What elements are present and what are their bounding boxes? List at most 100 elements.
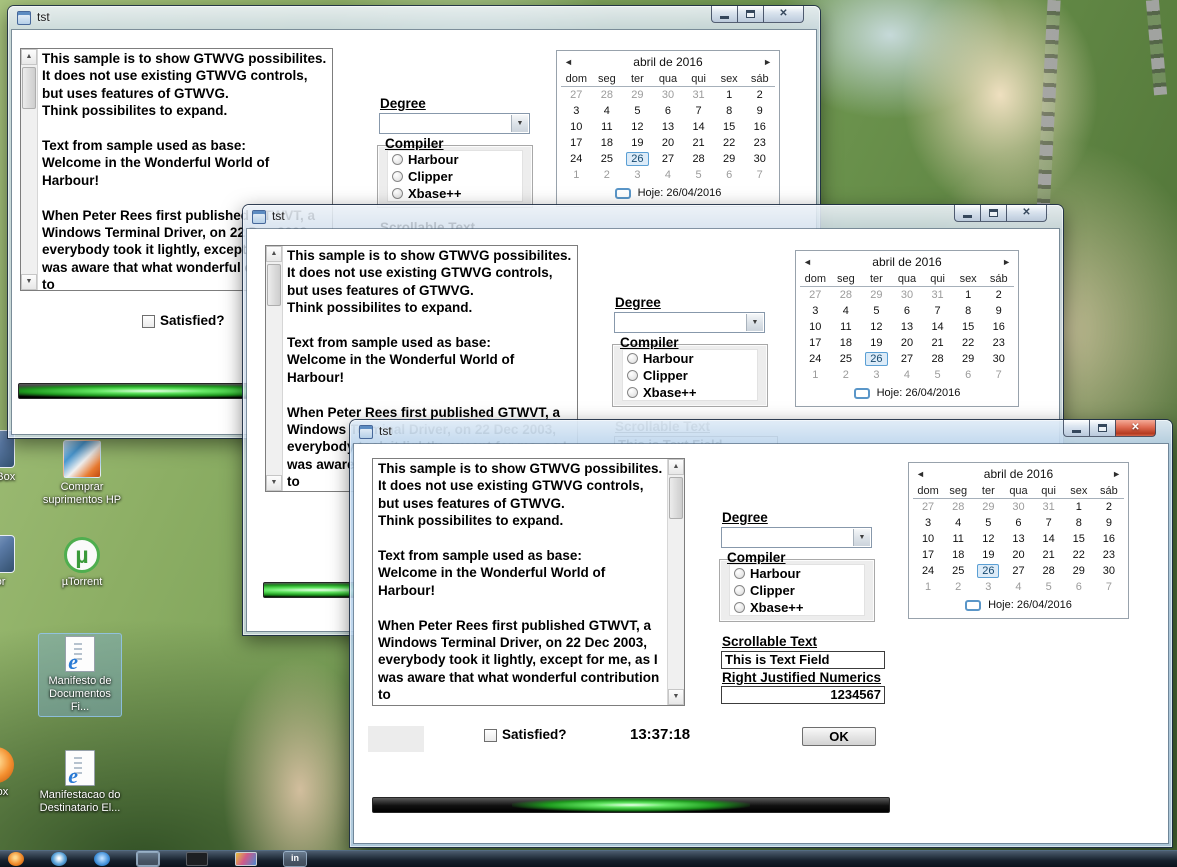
calendar-day[interactable]: 28	[831, 287, 862, 303]
calendar-today-row[interactable]: Hoje: 26/04/2016	[796, 383, 1018, 403]
maximize-button[interactable]	[737, 6, 764, 23]
calendar-day[interactable]: 24	[800, 351, 831, 367]
calendar-day[interactable]: 6	[953, 367, 984, 383]
calendar-day[interactable]: 28	[922, 351, 953, 367]
calendar-day[interactable]: 16	[1094, 531, 1124, 547]
scroll-down-icon[interactable]: ▼	[668, 689, 684, 705]
firefox-icon[interactable]	[8, 852, 24, 866]
calendar-day[interactable]: 7	[1034, 515, 1064, 531]
scrollbar-thumb[interactable]	[22, 67, 36, 109]
calendar-day[interactable]: 17	[800, 335, 831, 351]
paint-icon[interactable]	[235, 852, 257, 866]
media-player-icon[interactable]	[51, 852, 67, 866]
calendar-day[interactable]: 24	[913, 563, 943, 579]
radio-clipper[interactable]: Clipper	[734, 582, 860, 599]
scrollbar-track[interactable]	[21, 65, 37, 274]
calendar-day[interactable]: 28	[592, 87, 623, 103]
calendar-day[interactable]: 1	[800, 367, 831, 383]
calendar-day[interactable]: 5	[622, 103, 653, 119]
radio-harbour[interactable]: Harbour	[627, 350, 753, 367]
radio-clipper[interactable]: Clipper	[627, 367, 753, 384]
calendar-day[interactable]: 31	[1034, 499, 1064, 515]
calendar-day[interactable]: 29	[714, 151, 745, 167]
scrollbar[interactable]: ▲ ▼	[266, 246, 283, 491]
calendar-day[interactable]: 23	[744, 135, 775, 151]
radio-harbour[interactable]: Harbour	[734, 565, 860, 582]
calendar-day[interactable]: 8	[714, 103, 745, 119]
scroll-down-icon[interactable]: ▼	[266, 475, 282, 491]
scrollbar-track[interactable]	[668, 475, 684, 689]
calendar-day[interactable]: 30	[744, 151, 775, 167]
taskbar[interactable]	[0, 850, 1177, 867]
calendar-prev-icon[interactable]: ◄	[916, 469, 925, 479]
sample-textbox[interactable]: This sample is to show GTWVG possibilite…	[372, 458, 685, 706]
calendar-prev-icon[interactable]: ◄	[564, 57, 573, 67]
calendar-day[interactable]: 9	[1094, 515, 1124, 531]
desktop-icon-manifestacao[interactable]: Manifestacao do Destinatario El...	[38, 748, 122, 817]
calendar-day[interactable]: 6	[714, 167, 745, 183]
calendar-day[interactable]: 30	[983, 351, 1014, 367]
calendar-day[interactable]: 29	[953, 351, 984, 367]
scroll-up-icon[interactable]: ▲	[21, 49, 37, 65]
calendar-day[interactable]: 18	[831, 335, 862, 351]
calendar-day[interactable]: 1	[714, 87, 745, 103]
calendar-day[interactable]: 4	[892, 367, 923, 383]
calendar-day[interactable]: 20	[892, 335, 923, 351]
calendar-day[interactable]: 2	[1094, 499, 1124, 515]
calendar-day[interactable]: 21	[922, 335, 953, 351]
calendar-day[interactable]: 5	[683, 167, 714, 183]
calendar-day[interactable]: 7	[922, 303, 953, 319]
calendar-day[interactable]: 23	[1094, 547, 1124, 563]
calendar-day[interactable]: 27	[653, 151, 684, 167]
minimize-button[interactable]	[711, 6, 738, 23]
calendar-day[interactable]: 15	[714, 119, 745, 135]
calendar-day[interactable]: 10	[561, 119, 592, 135]
calendar-day[interactable]: 3	[800, 303, 831, 319]
scroll-up-icon[interactable]: ▲	[266, 246, 282, 262]
calendar-day[interactable]: 26	[865, 352, 888, 366]
calendar-day[interactable]: 30	[653, 87, 684, 103]
calendar-day[interactable]: 2	[943, 579, 973, 595]
chevron-down-icon[interactable]	[746, 314, 763, 331]
scrollbar-thumb[interactable]	[669, 477, 683, 519]
calendar-day[interactable]: 12	[861, 319, 892, 335]
calendar-day[interactable]: 15	[1064, 531, 1094, 547]
calendar-today-row[interactable]: Hoje: 26/04/2016	[557, 183, 779, 203]
calendar-day[interactable]: 30	[1094, 563, 1124, 579]
degree-combobox[interactable]	[379, 113, 530, 134]
internet-explorer-icon[interactable]	[94, 852, 110, 866]
calendar-day[interactable]: 7	[744, 167, 775, 183]
text-field[interactable]: This is Text Field	[721, 651, 885, 669]
calendar-day[interactable]: 10	[913, 531, 943, 547]
calendar-day[interactable]: 25	[592, 151, 623, 167]
calendar-day[interactable]: 4	[831, 303, 862, 319]
calendar-day[interactable]: 27	[800, 287, 831, 303]
radio-harbour[interactable]: Harbour	[392, 151, 518, 168]
maximize-button[interactable]	[1089, 420, 1116, 437]
calendar-day[interactable]: 19	[622, 135, 653, 151]
desktop-icon-ator[interactable]: ator	[0, 533, 38, 591]
calendar-day[interactable]: 4	[653, 167, 684, 183]
satisfied-checkbox[interactable]: Satisfied?	[482, 726, 574, 744]
calendar-day[interactable]: 27	[913, 499, 943, 515]
calendar-day[interactable]: 18	[943, 547, 973, 563]
calendar-day[interactable]: 21	[1034, 547, 1064, 563]
calendar-day[interactable]: 7	[683, 103, 714, 119]
calendar-day[interactable]: 19	[973, 547, 1003, 563]
calendar-day[interactable]: 2	[983, 287, 1014, 303]
calendar-day[interactable]: 12	[973, 531, 1003, 547]
calendar-day[interactable]: 13	[1003, 531, 1033, 547]
close-button[interactable]: ✕	[763, 6, 804, 23]
calendar-prev-icon[interactable]: ◄	[803, 257, 812, 267]
calendar-next-icon[interactable]: ►	[763, 57, 772, 67]
calendar-day[interactable]: 29	[973, 499, 1003, 515]
calendar-day[interactable]: 14	[683, 119, 714, 135]
desktop-icon-firefox[interactable]: refox	[0, 745, 38, 801]
explorer-window-icon[interactable]	[137, 852, 159, 866]
calendar-day[interactable]: 3	[913, 515, 943, 531]
calendar-day[interactable]: 9	[983, 303, 1014, 319]
calendar-day[interactable]: 29	[622, 87, 653, 103]
close-button[interactable]: ✕	[1006, 205, 1047, 222]
calendar-day[interactable]: 27	[892, 351, 923, 367]
calendar-day[interactable]: 3	[861, 367, 892, 383]
